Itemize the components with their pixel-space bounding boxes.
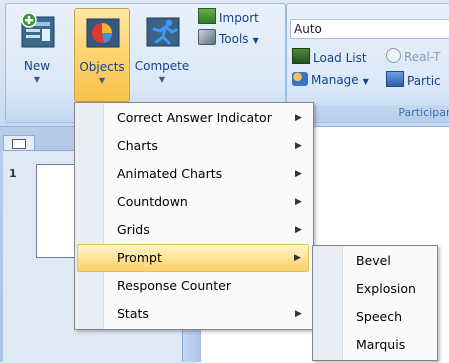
import-label: Import: [219, 11, 259, 25]
slides-tab-icon: [12, 139, 26, 149]
chevron-down-icon: ▼: [33, 75, 41, 84]
menu-item-label: Prompt: [117, 250, 162, 265]
submenu-item-bevel[interactable]: Bevel: [315, 247, 435, 275]
menu-item-response-counter[interactable]: Response Counter: [77, 273, 309, 299]
chevron-down-icon: ▼: [98, 76, 106, 85]
submenu-item-speech[interactable]: Speech: [315, 303, 435, 331]
realtime-button[interactable]: Real-T: [386, 48, 440, 66]
chevron-down-icon: ▼: [252, 36, 259, 45]
clock-icon: [386, 48, 401, 63]
import-icon: [198, 8, 216, 24]
compete-label: Compete: [134, 59, 190, 73]
mode-combobox[interactable]: Auto: [290, 19, 449, 39]
submenu-arrow-icon: ▶: [295, 197, 302, 207]
menu-item-stats[interactable]: Stats ▶: [77, 301, 309, 327]
slide-thumbnail[interactable]: [36, 164, 78, 258]
submenu-item-marquis[interactable]: Marquis: [315, 331, 435, 359]
submenu-item-explosion[interactable]: Explosion: [315, 275, 435, 303]
chevron-down-icon: ▼: [158, 75, 166, 84]
manage-label: Manage: [311, 73, 359, 87]
menu-item-charts[interactable]: Charts ▶: [77, 133, 309, 159]
load-list-label: Load List: [313, 51, 367, 65]
objects-label: Objects: [79, 60, 125, 74]
submenu-arrow-icon: ▶: [295, 113, 302, 123]
slides-tab[interactable]: [3, 135, 35, 150]
objects-icon: [86, 18, 120, 48]
import-button[interactable]: Import: [198, 8, 259, 26]
tools-icon: [198, 29, 216, 45]
tools-label: Tools: [219, 32, 249, 46]
submenu-item-label: Speech: [356, 309, 403, 324]
new-slide-icon: [21, 14, 55, 48]
menu-item-animated-charts[interactable]: Animated Charts ▶: [77, 161, 309, 187]
prompt-submenu: Bevel Explosion Speech Marquis: [312, 245, 438, 361]
submenu-arrow-icon: ▶: [295, 309, 302, 319]
manage-button[interactable]: Manage ▼: [292, 71, 369, 89]
realtime-label: Real-T: [404, 50, 441, 64]
menu-item-label: Countdown: [117, 194, 188, 209]
menu-item-label: Correct Answer Indicator: [117, 110, 272, 125]
new-label: New: [23, 59, 51, 73]
submenu-item-label: Explosion: [356, 281, 416, 296]
load-list-button[interactable]: Load List: [292, 48, 367, 66]
objects-menu: Correct Answer Indicator ▶ Charts ▶ Anim…: [74, 102, 314, 330]
runner-icon: [146, 17, 180, 47]
participants-button[interactable]: Partic: [386, 71, 441, 89]
menu-item-label: Charts: [117, 138, 158, 153]
submenu-arrow-icon: ▶: [295, 141, 302, 151]
tools-button[interactable]: Tools ▼: [198, 29, 259, 47]
menu-item-grids[interactable]: Grids ▶: [77, 217, 309, 243]
submenu-item-label: Marquis: [356, 337, 406, 352]
menu-item-label: Stats: [117, 306, 149, 321]
monitor-icon: [386, 71, 404, 87]
menu-item-countdown[interactable]: Countdown ▶: [77, 189, 309, 215]
objects-button[interactable]: Objects ▼: [74, 8, 130, 102]
people-icon: [292, 72, 308, 86]
new-button[interactable]: New ▼: [12, 8, 62, 100]
submenu-arrow-icon: ▶: [295, 169, 302, 179]
menu-item-prompt[interactable]: Prompt ▶: [77, 244, 309, 272]
participants-label: Partic: [407, 74, 441, 88]
load-list-icon: [292, 48, 310, 64]
submenu-arrow-icon: ▶: [295, 225, 302, 235]
menu-item-label: Animated Charts: [117, 166, 223, 181]
menu-item-correct-answer-indicator[interactable]: Correct Answer Indicator ▶: [77, 105, 309, 131]
submenu-item-label: Bevel: [356, 253, 391, 268]
menu-item-label: Grids: [117, 222, 150, 237]
menu-item-label: Response Counter: [117, 278, 231, 293]
submenu-arrow-icon: ▶: [294, 253, 301, 263]
slide-number: 1: [9, 167, 17, 180]
compete-button[interactable]: Compete ▼: [134, 8, 190, 100]
chevron-down-icon: ▼: [362, 77, 369, 86]
